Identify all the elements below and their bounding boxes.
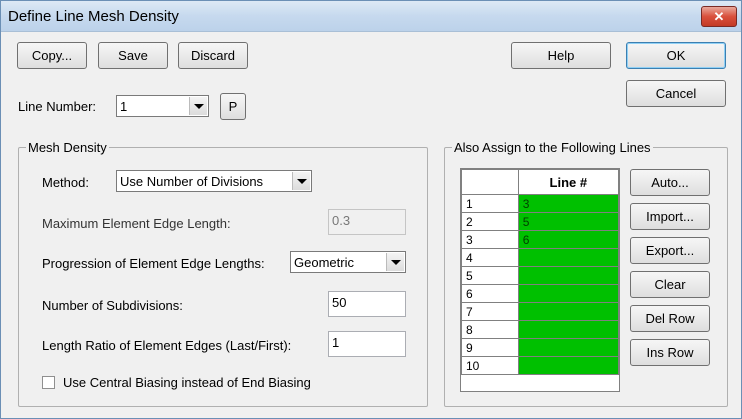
line-cell[interactable] [517,302,620,321]
ok-button[interactable]: OK [626,42,726,69]
row-header[interactable]: 5 [461,266,519,285]
line-cell[interactable] [517,248,620,267]
clear-button[interactable]: Clear [630,271,710,298]
line-cell[interactable] [517,356,620,375]
line-column-header: Line # [517,169,620,195]
central-biasing-label: Use Central Biasing instead of End Biasi… [63,375,311,390]
copy-button[interactable]: Copy... [17,42,87,69]
line-cell[interactable]: 6 [517,230,620,249]
mesh-density-title: Mesh Density [26,140,109,155]
table-row: 8 [461,320,620,339]
row-header[interactable]: 1 [461,194,519,213]
table-row: 13 [461,194,620,213]
subdivisions-field[interactable]: 50 [328,291,406,317]
table-row: 36 [461,230,620,249]
max-edge-field[interactable]: 0.3 [328,209,406,235]
save-button[interactable]: Save [98,42,168,69]
line-cell[interactable] [517,338,620,357]
auto-button[interactable]: Auto... [630,169,710,196]
window-title: Define Line Mesh Density [8,8,179,25]
export-button[interactable]: Export... [630,237,710,264]
table-row: 7 [461,302,620,321]
also-assign-title: Also Assign to the Following Lines [452,140,653,155]
p-button[interactable]: P [220,93,246,120]
central-biasing-checkbox[interactable] [42,376,55,389]
line-cell[interactable] [517,266,620,285]
line-cell[interactable] [517,320,620,339]
ratio-label: Length Ratio of Element Edges (Last/Firs… [42,338,292,353]
method-label: Method: [42,175,89,190]
table-row: 9 [461,338,620,357]
title-bar[interactable]: Define Line Mesh Density ✕ [1,1,741,32]
chevron-down-icon[interactable] [189,97,207,115]
chevron-down-icon[interactable] [292,172,310,190]
table-row: 6 [461,284,620,303]
chevron-down-icon[interactable] [386,253,404,271]
line-number-select[interactable]: 1 [116,95,209,117]
close-icon: ✕ [713,9,725,24]
grid-corner [461,169,519,195]
cancel-button[interactable]: Cancel [626,80,726,107]
subdivisions-label: Number of Subdivisions: [42,298,183,313]
line-cell[interactable]: 5 [517,212,620,231]
max-edge-label: Maximum Element Edge Length: [42,216,231,231]
ratio-field[interactable]: 1 [328,331,406,357]
line-number-value: 1 [120,99,128,114]
table-row: 4 [461,248,620,267]
line-number-label: Line Number: [18,99,97,114]
row-header[interactable]: 2 [461,212,519,231]
import-button[interactable]: Import... [630,203,710,230]
table-row: 5 [461,266,620,285]
del-row-button[interactable]: Del Row [630,305,710,332]
discard-button[interactable]: Discard [178,42,248,69]
lines-grid: Line # 1 3 2 5 3 6 4 5 6 7 8 9 10 [460,168,620,392]
progression-value: Geometric [294,255,354,270]
help-button[interactable]: Help [511,42,611,69]
line-cell[interactable] [517,284,620,303]
dialog-window: Define Line Mesh Density ✕ Copy... Save … [0,0,742,419]
row-header[interactable]: 4 [461,248,519,267]
progression-label: Progression of Element Edge Lengths: [42,256,265,271]
row-header[interactable]: 9 [461,338,519,357]
line-cell[interactable]: 3 [517,194,620,213]
row-header[interactable]: 8 [461,320,519,339]
table-row: 25 [461,212,620,231]
ins-row-button[interactable]: Ins Row [630,339,710,366]
close-button[interactable]: ✕ [701,6,737,27]
progression-select[interactable]: Geometric [290,251,406,273]
method-select[interactable]: Use Number of Divisions [116,170,312,192]
row-header[interactable]: 3 [461,230,519,249]
method-value: Use Number of Divisions [120,174,264,189]
row-header[interactable]: 10 [461,356,519,375]
table-row: 10 [461,356,620,375]
row-header[interactable]: 6 [461,284,519,303]
row-header[interactable]: 7 [461,302,519,321]
